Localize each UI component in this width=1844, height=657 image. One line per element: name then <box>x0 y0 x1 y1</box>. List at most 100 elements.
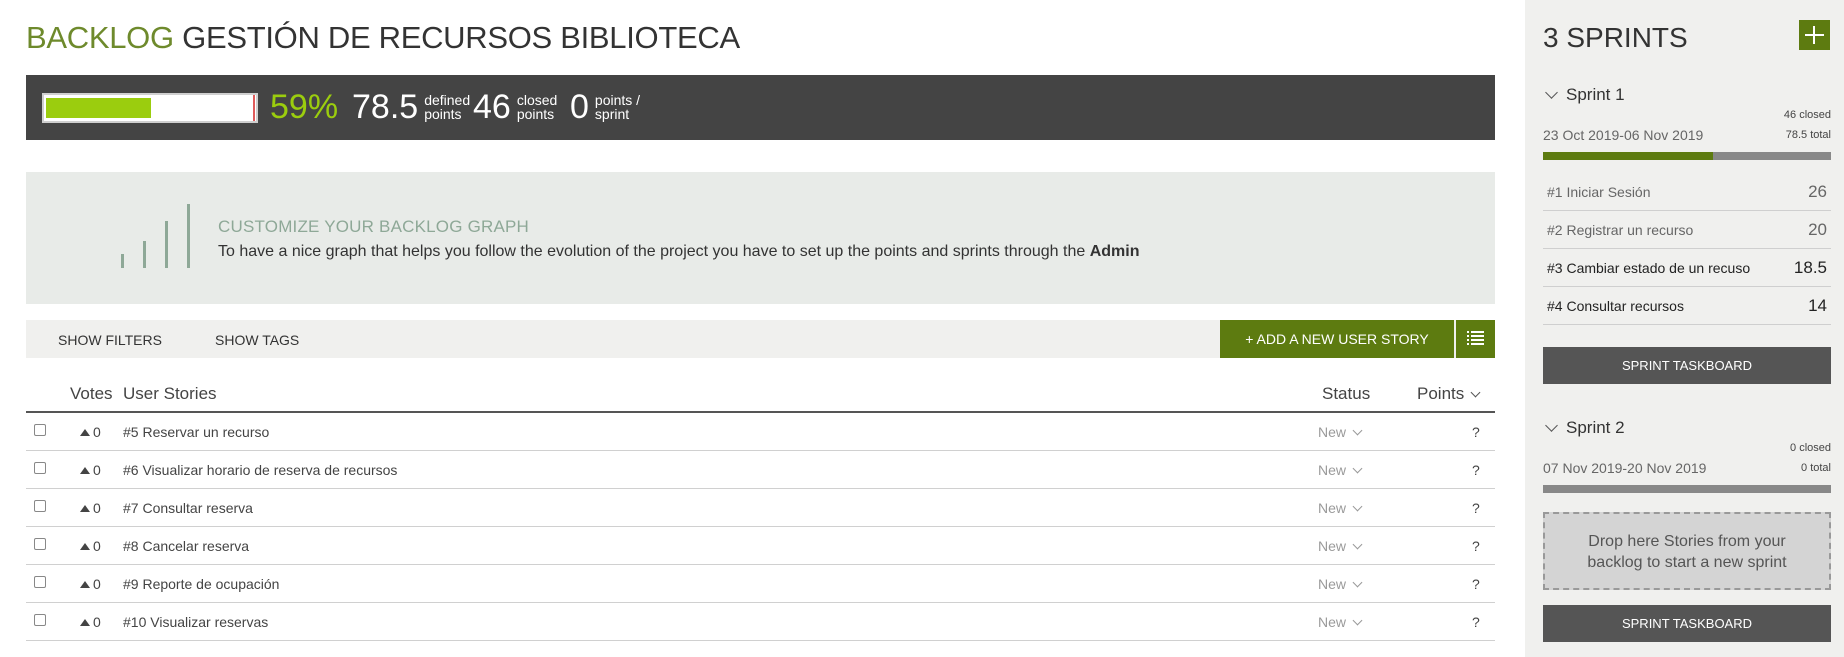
graph-hint-text: To have a nice graph that helps you foll… <box>218 243 1139 261</box>
table-row[interactable]: 0 #10 Visualizar reservas New? <box>26 603 1495 641</box>
plus-icon[interactable] <box>1799 20 1830 50</box>
chevron-down-icon <box>1352 463 1363 474</box>
sprint-story-title: #4 Consultar recursos <box>1547 298 1684 314</box>
story-title[interactable]: #10 Visualizar reservas <box>123 614 268 630</box>
filter-bar: SHOW FILTERS SHOW TAGS + ADD A NEW USER … <box>26 320 1495 358</box>
sprint-1-name: Sprint 1 <box>1566 85 1625 104</box>
row-checkbox[interactable] <box>34 614 46 626</box>
story-points[interactable]: ? <box>1472 462 1480 478</box>
story-title[interactable]: #7 Consultar reserva <box>123 500 253 516</box>
backlog-main: BACKLOG GESTIÓN DE RECURSOS BIBLIOTECA 5… <box>26 0 1495 657</box>
vote-count: 0 <box>93 500 101 516</box>
backlog-summary: 59% 78.5 defined points 46 closed points 0… <box>26 75 1495 140</box>
vote-count: 0 <box>93 614 101 630</box>
page-title: BACKLOG GESTIÓN DE RECURSOS BIBLIOTECA <box>26 20 740 56</box>
sprint-2-closed: 0 closed <box>1790 442 1831 454</box>
vote-count: 0 <box>93 538 101 554</box>
sprint-2-dropzone[interactable]: Drop here Stories from your backlog to s… <box>1543 512 1831 590</box>
upvote-button[interactable]: 0 <box>80 500 101 516</box>
upvote-button[interactable]: 0 <box>80 462 101 478</box>
sprint-story[interactable]: #4 Consultar recursos 14 <box>1543 287 1831 325</box>
sprint-2-progress <box>1543 485 1831 493</box>
upvote-icon <box>80 466 90 474</box>
sprint-1-taskboard-button[interactable]: SPRINT TASKBOARD <box>1543 347 1831 384</box>
story-points[interactable]: ? <box>1472 500 1480 516</box>
status-dropdown[interactable]: New <box>1318 424 1363 440</box>
status-dropdown[interactable]: New <box>1318 576 1363 592</box>
points-header-label: Points <box>1417 384 1465 403</box>
backlog-keyword: BACKLOG <box>26 20 174 55</box>
table-row[interactable]: 0 #5 Reservar un recurso New? <box>26 413 1495 451</box>
dropzone-text-line-2: backlog to start a new sprint <box>1587 554 1787 571</box>
row-checkbox[interactable] <box>34 538 46 550</box>
chevron-down-icon <box>1352 615 1363 626</box>
progress-percent: 59% <box>270 89 338 125</box>
sprint-story-points: 14 <box>1808 296 1827 315</box>
list-view-icon[interactable] <box>1456 320 1495 358</box>
status-value: New <box>1318 538 1347 554</box>
sprint-1-toggle[interactable]: Sprint 1 <box>1543 85 1625 105</box>
status-dropdown[interactable]: New <box>1318 500 1363 516</box>
dropzone-text-line-1: Drop here Stories from your <box>1588 533 1786 550</box>
row-checkbox[interactable] <box>34 424 46 436</box>
story-title[interactable]: #8 Cancelar reserva <box>123 538 249 554</box>
chevron-down-icon <box>1352 425 1363 436</box>
status-value: New <box>1318 500 1347 516</box>
backlog-progress-marker <box>253 95 255 121</box>
sprint-story-title: #1 Iniciar Sesión <box>1547 184 1651 200</box>
admin-link[interactable]: Admin <box>1090 243 1140 260</box>
upvote-button[interactable]: 0 <box>80 538 101 554</box>
chevron-down-icon <box>1352 577 1363 588</box>
status-dropdown[interactable]: New <box>1318 538 1363 554</box>
sprint-story-title: #2 Registrar un recurso <box>1547 222 1694 238</box>
table-row[interactable]: 0 #8 Cancelar reserva New? <box>26 527 1495 565</box>
row-checkbox[interactable] <box>34 576 46 588</box>
sprint-story[interactable]: #3 Cambiar estado de un recuso 18.5 <box>1543 249 1831 287</box>
chevron-down-icon <box>1545 418 1558 432</box>
defined-points-value: 78.5 <box>352 88 419 126</box>
sprint-2-taskboard-button[interactable]: SPRINT TASKBOARD <box>1543 605 1831 642</box>
upvote-button[interactable]: 0 <box>80 424 101 440</box>
story-points[interactable]: ? <box>1472 538 1480 554</box>
sprint-1-total: 78.5 total <box>1785 129 1831 141</box>
upvote-button[interactable]: 0 <box>80 576 101 592</box>
upvote-button[interactable]: 0 <box>80 614 101 630</box>
story-title[interactable]: #6 Visualizar horario de reserva de recu… <box>123 462 397 478</box>
table-row[interactable]: 0 #7 Consultar reserva New? <box>26 489 1495 527</box>
story-title[interactable]: #5 Reservar un recurso <box>123 424 269 440</box>
sprint-story-points: 20 <box>1808 220 1827 239</box>
points-header[interactable]: Points <box>1417 384 1481 404</box>
story-points[interactable]: ? <box>1472 614 1480 630</box>
table-row[interactable]: 0 #9 Reporte de ocupación New? <box>26 565 1495 603</box>
votes-header: Votes <box>70 384 113 403</box>
story-points[interactable]: ? <box>1472 576 1480 592</box>
status-value: New <box>1318 614 1347 630</box>
vote-count: 0 <box>93 424 101 440</box>
show-filters-button[interactable]: SHOW FILTERS <box>58 332 162 348</box>
sprint-story[interactable]: #2 Registrar un recurso 20 <box>1543 211 1831 249</box>
sprints-title: 3 SPRINTS <box>1543 22 1688 53</box>
add-user-story-button[interactable]: + ADD A NEW USER STORY <box>1220 320 1454 358</box>
sprint-2-total: 0 total <box>1801 462 1831 474</box>
status-value: New <box>1318 424 1347 440</box>
upvote-icon <box>80 428 90 436</box>
sprint-2-toggle[interactable]: Sprint 2 <box>1543 418 1625 438</box>
row-checkbox[interactable] <box>34 500 46 512</box>
show-tags-button[interactable]: SHOW TAGS <box>215 332 299 348</box>
row-checkbox[interactable] <box>34 462 46 474</box>
status-dropdown[interactable]: New <box>1318 462 1363 478</box>
velocity-value: 0 <box>570 88 589 126</box>
backlog-progress-bar <box>42 93 258 123</box>
table-row[interactable]: 0 #6 Visualizar horario de reserva de rec… <box>26 451 1495 489</box>
status-dropdown[interactable]: New <box>1318 614 1363 630</box>
status-header[interactable]: Status <box>1322 384 1370 404</box>
velocity-stat: 0 points / sprint <box>570 89 665 125</box>
story-title[interactable]: #9 Reporte de ocupación <box>123 576 279 592</box>
chevron-down-icon <box>1470 387 1481 398</box>
sprint-1-stories: #1 Iniciar Sesión 26 #2 Registrar un recur… <box>1543 173 1831 325</box>
sprint-1-progress-fill <box>1543 152 1713 160</box>
progress-percent-value: 59% <box>270 88 339 126</box>
sprint-story[interactable]: #1 Iniciar Sesión 26 <box>1543 173 1831 211</box>
sprint-2-name: Sprint 2 <box>1566 418 1625 437</box>
story-points[interactable]: ? <box>1472 424 1480 440</box>
